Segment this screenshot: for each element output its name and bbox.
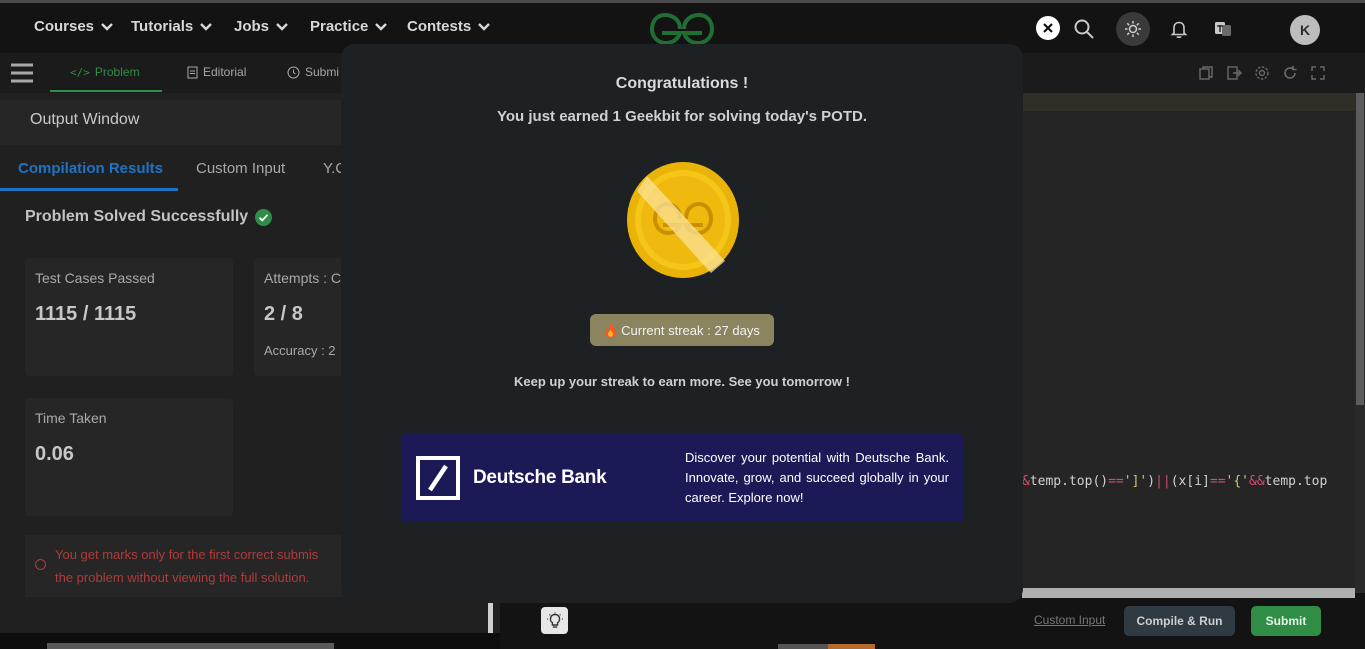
- bell-icon[interactable]: [1162, 12, 1196, 46]
- modal-title: Congratulations !: [615, 75, 749, 92]
- theme-toggle-icon[interactable]: [1116, 12, 1150, 46]
- time-taken-label: Time Taken: [35, 410, 107, 426]
- warning-line-1: You get marks only for the first correct…: [55, 547, 319, 562]
- panel-scrollbar[interactable]: [488, 603, 493, 633]
- tab-custom-input[interactable]: Custom Input: [196, 160, 285, 177]
- hint-bulb-button[interactable]: [541, 607, 568, 634]
- nav-courses[interactable]: Courses: [34, 18, 114, 35]
- menu-icon[interactable]: [10, 62, 34, 84]
- code-token: (x[i]: [1170, 474, 1210, 489]
- fire-icon: [605, 323, 617, 338]
- translate-icon[interactable]: [1206, 12, 1240, 46]
- congratulations-modal: Congratulations ! You just earned 1 Geek…: [341, 44, 1023, 603]
- avatar[interactable]: K: [1290, 15, 1320, 45]
- code-token: &&: [1249, 474, 1265, 489]
- export-icon[interactable]: [1226, 65, 1242, 81]
- tab-editorial[interactable]: Editorial: [187, 65, 246, 79]
- tab-submissions[interactable]: Submi: [287, 65, 339, 79]
- nav-courses-label: Courses: [34, 18, 95, 35]
- horizontal-scrollbar[interactable]: [47, 643, 334, 649]
- code-icon: </>: [70, 65, 90, 79]
- tab-editorial-label: Editorial: [203, 65, 247, 79]
- nav-practice[interactable]: Practice: [310, 18, 388, 35]
- search-icon[interactable]: [1067, 12, 1101, 46]
- chevron-down-icon: [200, 22, 213, 31]
- fullscreen-icon[interactable]: [1310, 65, 1326, 81]
- results-tab-underline: [0, 188, 178, 191]
- time-taken-card: Time Taken 0.06: [25, 398, 233, 516]
- editor-scrollbar-thumb[interactable]: [1356, 93, 1364, 405]
- submit-button[interactable]: Submit: [1251, 606, 1321, 636]
- test-cases-label: Test Cases Passed: [35, 270, 155, 286]
- info-icon: [35, 559, 46, 570]
- nav-jobs[interactable]: Jobs: [234, 18, 289, 35]
- output-window-title: Output Window: [30, 111, 140, 128]
- close-icon: [1043, 23, 1053, 33]
- code-token: ==: [1209, 474, 1226, 489]
- code-editor[interactable]: [1022, 93, 1365, 593]
- test-cases-value: 1115 / 1115: [35, 303, 137, 325]
- status-heading: Problem Solved Successfully: [25, 208, 273, 226]
- lightbulb-icon: [546, 612, 563, 628]
- nav-tutorials-label: Tutorials: [131, 18, 194, 35]
- code-token: '{': [1225, 474, 1250, 489]
- status-text: Problem Solved Successfully: [25, 208, 249, 225]
- tab-problem-label: Problem: [94, 65, 140, 79]
- time-taken-value: 0.06: [35, 443, 74, 465]
- code-token: &: [1022, 474, 1030, 489]
- test-cases-card: Test Cases Passed 1115 / 1115: [25, 258, 233, 376]
- close-modal-button[interactable]: [1036, 16, 1060, 40]
- modal-subtitle: You just earned 1 Geekbit for solving to…: [496, 108, 868, 125]
- nav-contests[interactable]: Contests: [407, 18, 491, 35]
- compile-run-button[interactable]: Compile & Run: [1124, 606, 1235, 636]
- code-token: ==: [1108, 474, 1124, 489]
- code-token: ']': [1123, 474, 1148, 489]
- nav-contests-label: Contests: [407, 18, 472, 35]
- nav-practice-label: Practice: [310, 18, 369, 35]
- gfg-logo-icon[interactable]: [650, 12, 714, 46]
- tab-underline: [50, 90, 162, 92]
- chevron-down-icon: [375, 22, 388, 31]
- active-line-highlight: [1022, 93, 1355, 111]
- streak-badge: Current streak : 27 days: [590, 314, 774, 346]
- keep-streak-text: Keep up your streak to earn more. See yo…: [514, 374, 850, 389]
- bottom-tab: [778, 644, 828, 649]
- tab-compilation-results[interactable]: Compilation Results: [18, 160, 163, 177]
- editor-horizontal-scrollbar[interactable]: [1022, 588, 1355, 598]
- clock-icon: [287, 66, 300, 78]
- code-token: ||: [1155, 474, 1171, 489]
- ad-brand-name: Deutsche Bank: [473, 467, 607, 488]
- nav-tutorials[interactable]: Tutorials: [131, 18, 213, 35]
- chevron-down-icon: [478, 22, 491, 31]
- warning-line-2: the problem without viewing the full sol…: [55, 570, 310, 585]
- document-icon: [187, 66, 198, 78]
- code-token: ): [1147, 474, 1156, 489]
- editor-footer: [500, 598, 1365, 649]
- tab-problem[interactable]: </> Problem: [70, 65, 140, 79]
- geekbit-coin-icon: [627, 162, 739, 278]
- deutsche-bank-logo-icon: [416, 456, 460, 500]
- warning-text: You get marks only for the first correct…: [55, 543, 318, 589]
- deutsche-bank-ad[interactable]: Deutsche Bank Discover your potential wi…: [401, 434, 963, 522]
- tab-submissions-label: Submi: [305, 65, 340, 79]
- code-line[interactable]: &temp.top()==']')||(x[i]=='{'&&temp.top: [1022, 474, 1327, 489]
- ad-text: Discover your potential with Deutsche Ba…: [685, 450, 949, 505]
- attempts-label: Attempts : C: [264, 270, 342, 286]
- copy-icon[interactable]: [1198, 65, 1214, 81]
- chevron-down-icon: [101, 22, 113, 31]
- check-circle-icon: [255, 208, 273, 226]
- reset-icon[interactable]: [1282, 65, 1298, 81]
- code-token: temp.top: [1264, 474, 1328, 489]
- code-token: temp.top(): [1029, 474, 1109, 489]
- bottom-tab-active: [828, 644, 875, 649]
- chevron-down-icon: [276, 22, 288, 31]
- streak-text: Current streak : 27 days: [621, 322, 760, 338]
- attempts-value: 2 / 8: [264, 303, 303, 325]
- nav-jobs-label: Jobs: [234, 18, 270, 35]
- accuracy-label: Accuracy : 2: [264, 343, 336, 358]
- settings-icon[interactable]: [1254, 65, 1270, 81]
- custom-input-link[interactable]: Custom Input: [1034, 613, 1105, 627]
